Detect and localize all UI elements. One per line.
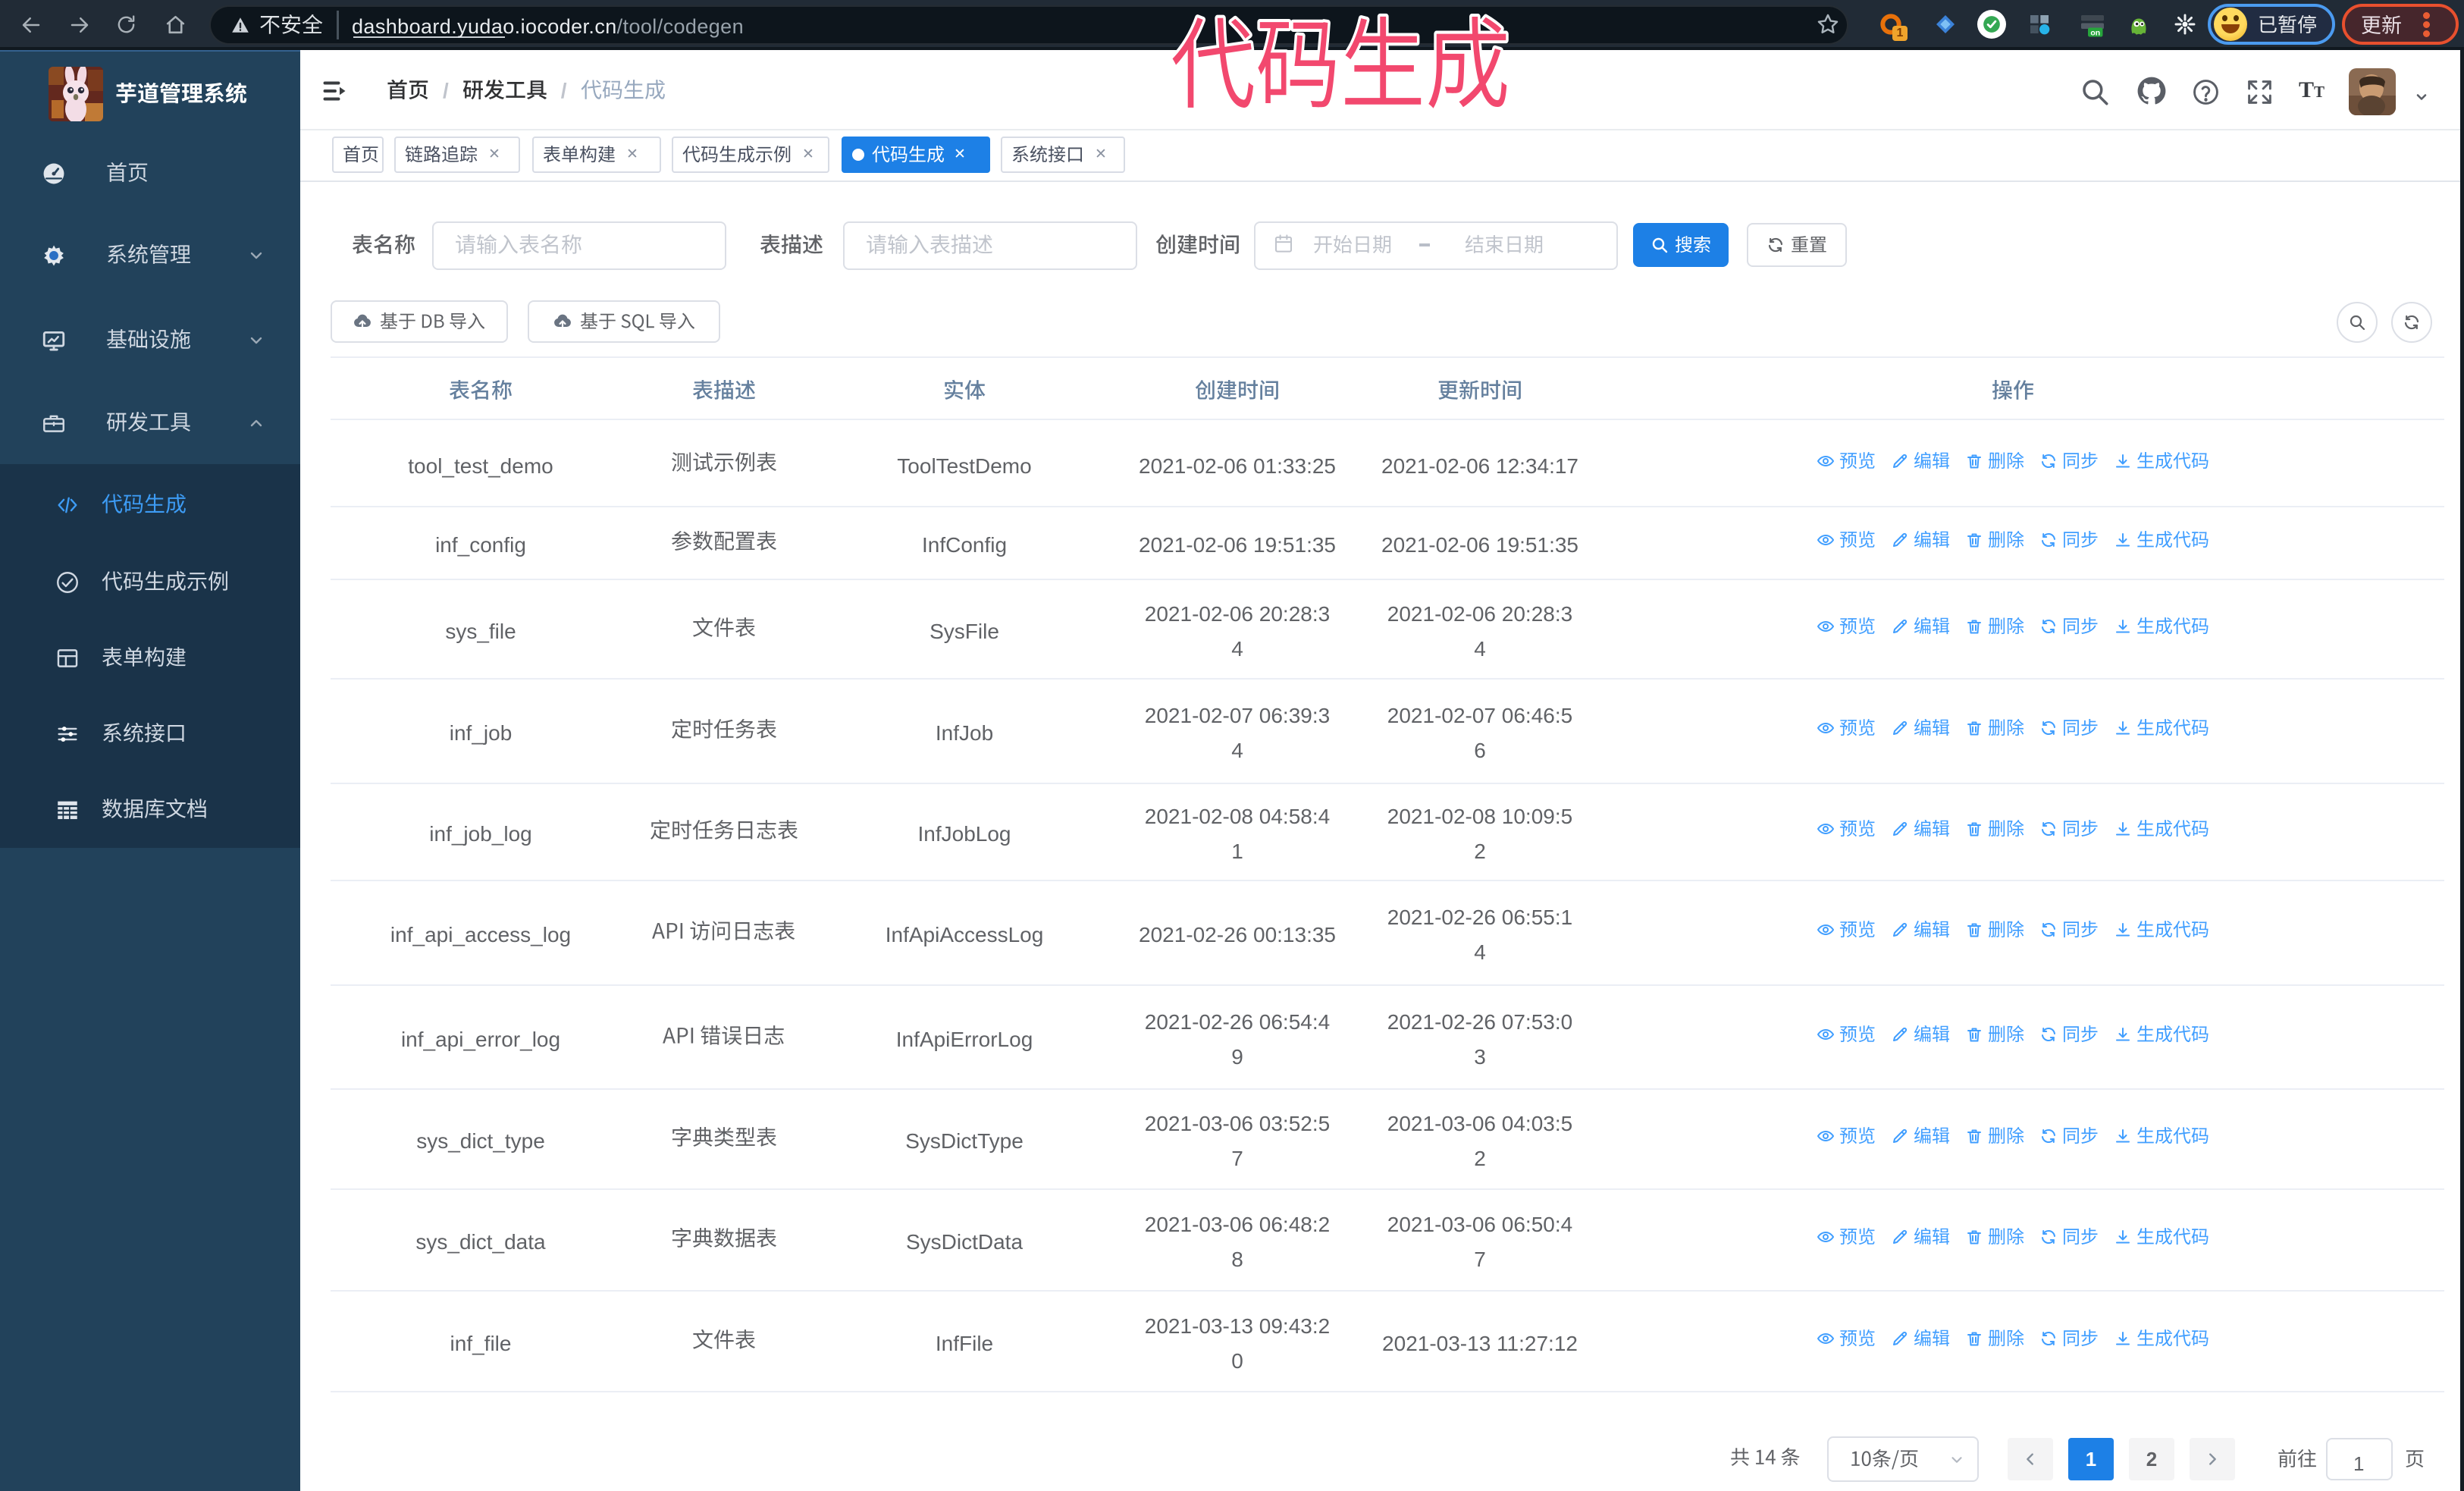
- svg-text:on: on: [2090, 28, 2100, 37]
